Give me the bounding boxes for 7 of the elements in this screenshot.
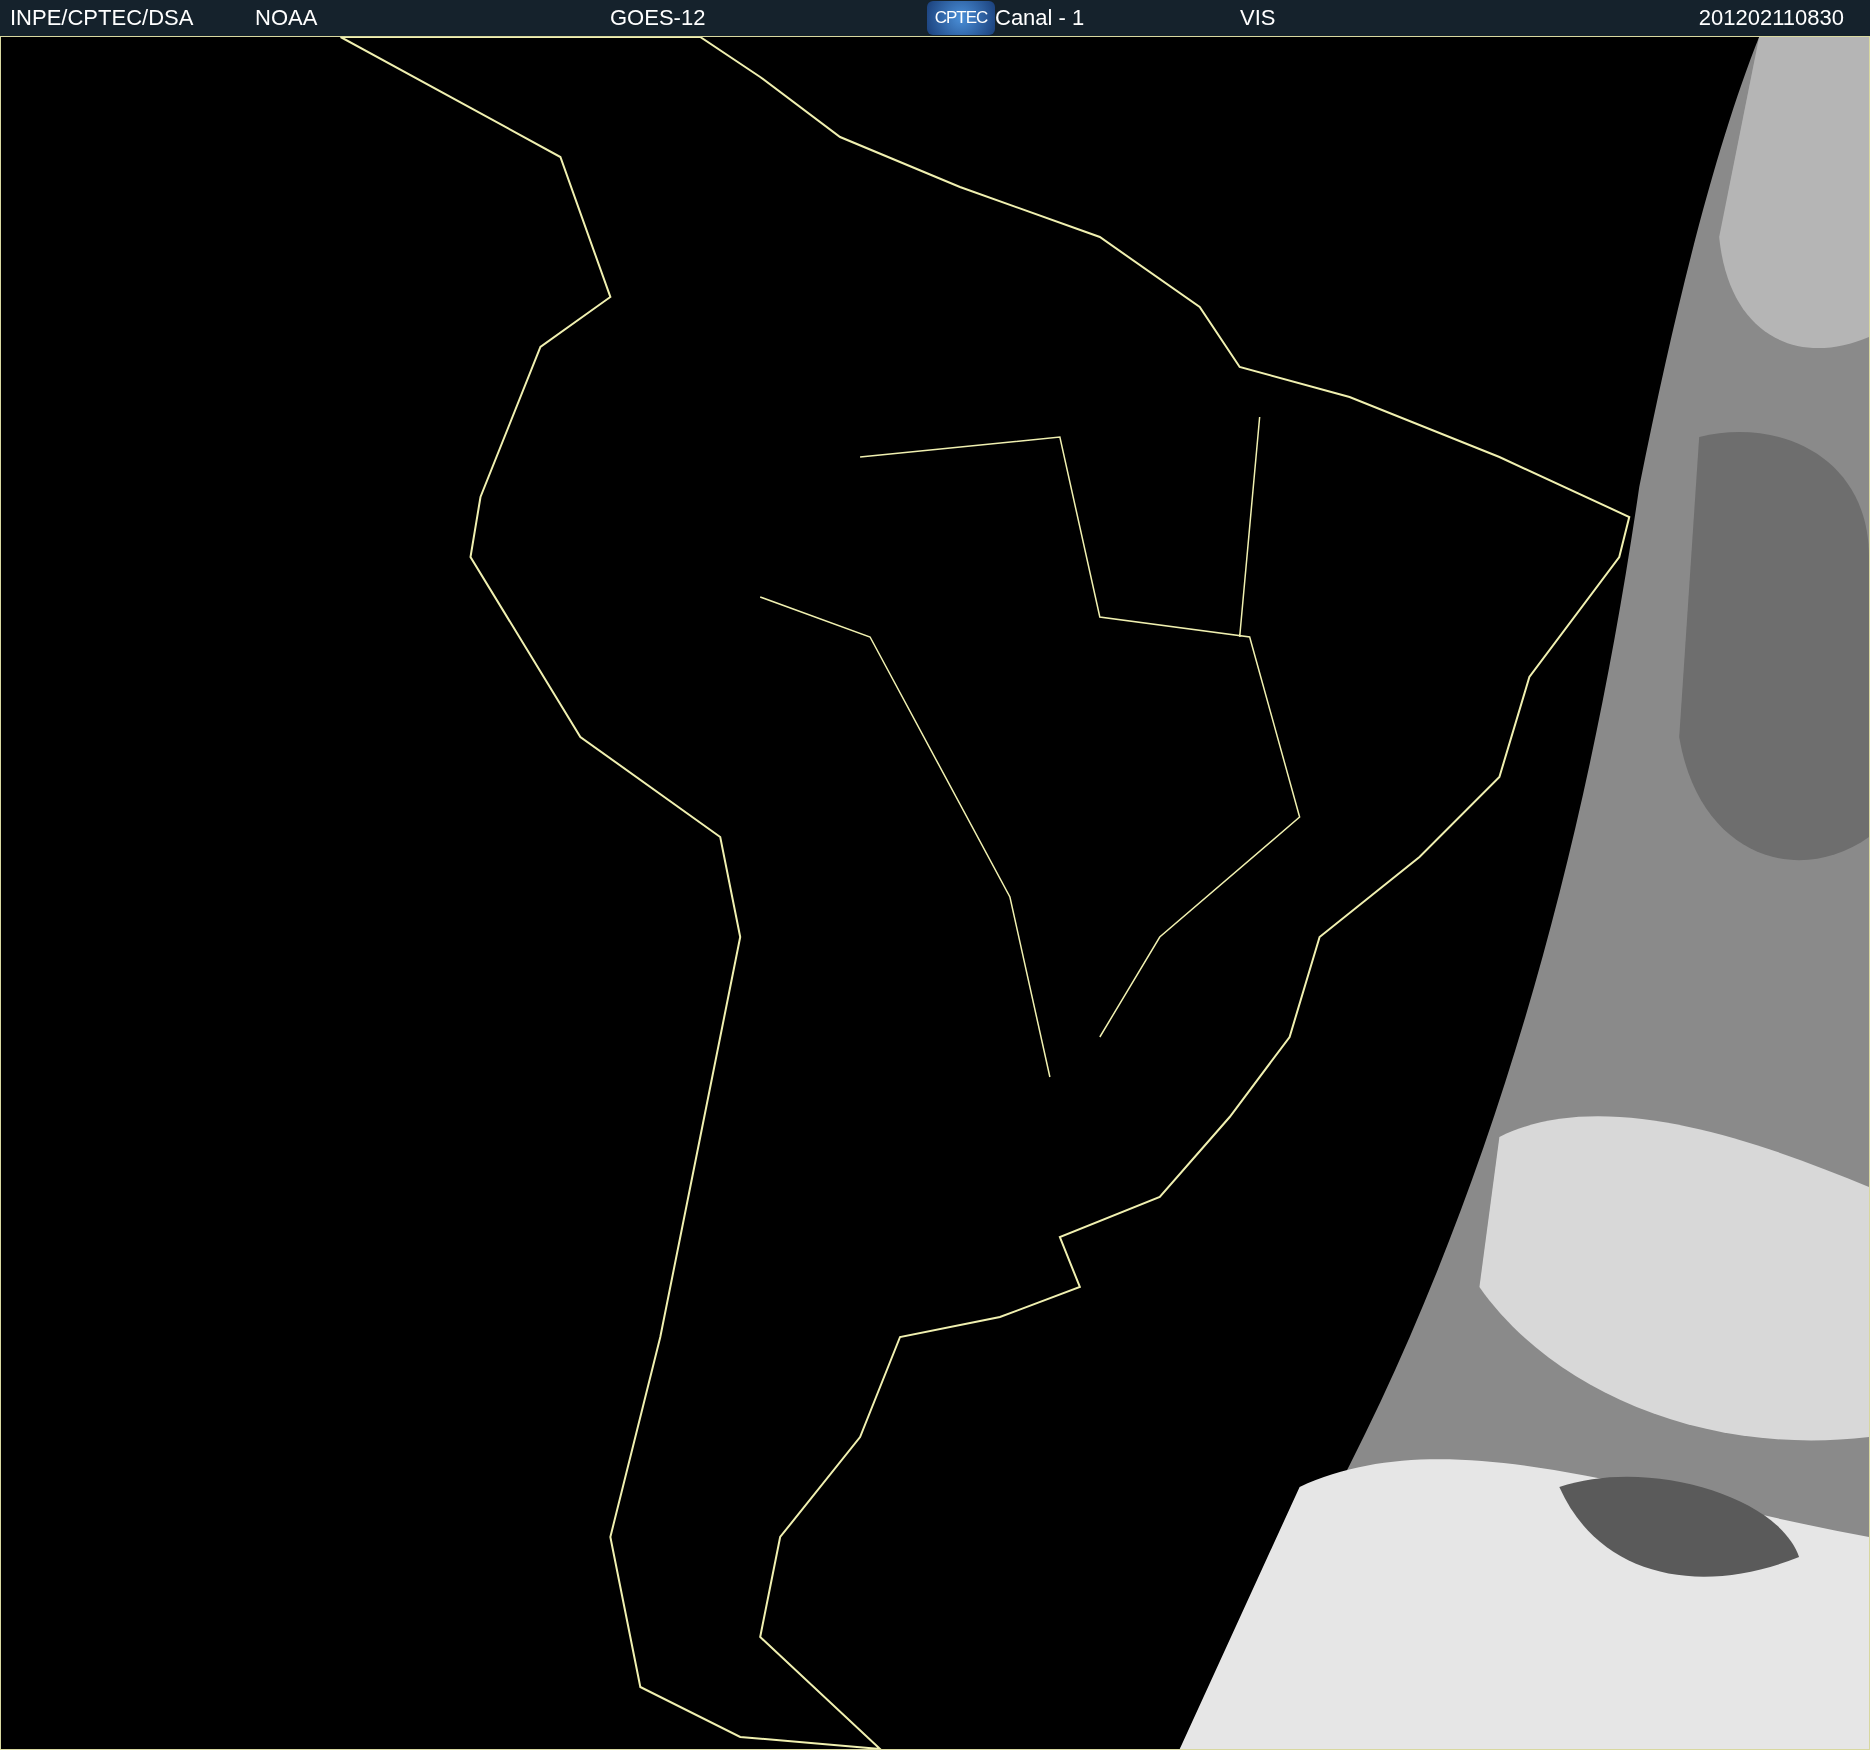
source-label: INPE/CPTEC/DSA xyxy=(10,5,194,31)
channel-label: Canal - 1 xyxy=(995,5,1085,31)
logo-badge: CPTEC xyxy=(927,1,995,35)
satellite-label: GOES-12 xyxy=(610,5,706,31)
timestamp-label: 201202110830 xyxy=(1698,5,1844,31)
band-label: VIS xyxy=(1240,5,1276,31)
agency-label: NOAA xyxy=(255,5,318,31)
